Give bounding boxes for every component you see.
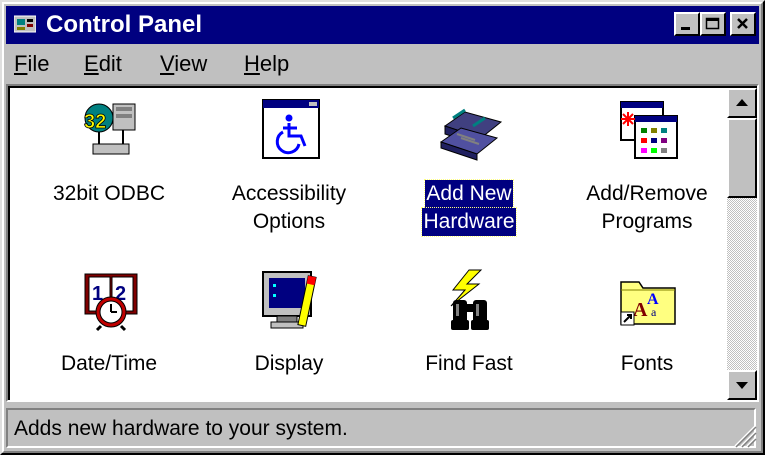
minimize-button[interactable] — [674, 12, 700, 36]
item-label: Add New Hardware — [384, 179, 554, 237]
resize-grip-icon[interactable] — [729, 420, 757, 448]
add-hardware-icon — [439, 108, 503, 161]
item-32bit-odbc[interactable]: 32 32bit ODBC — [24, 98, 194, 248]
item-label-line1: Fonts — [620, 352, 674, 375]
item-label-line1: Accessibility — [231, 182, 347, 205]
title-bar[interactable]: Control Panel — [6, 6, 759, 44]
menu-edit-label: dit — [98, 51, 122, 76]
close-button[interactable] — [730, 12, 756, 36]
item-label-line2: Programs — [601, 210, 693, 233]
menu-edit[interactable]: Edit — [84, 50, 122, 78]
item-fonts[interactable]: A A a Fonts — [562, 268, 732, 388]
item-label: Find Fast — [384, 350, 554, 378]
scroll-thumb[interactable] — [727, 118, 757, 198]
status-text: Adds new hardware to your system. — [14, 417, 348, 440]
item-label: Fonts — [562, 350, 732, 378]
item-label-line2: Options — [252, 210, 326, 233]
menu-help-mnemonic: H — [244, 51, 260, 76]
item-display[interactable]: Display — [204, 268, 374, 388]
add-remove-programs-icon — [620, 101, 678, 159]
menu-view-mnemonic: V — [160, 51, 175, 76]
menu-file[interactable]: File — [14, 50, 49, 78]
minimize-icon — [681, 27, 690, 30]
date-time-icon: 1 2 — [84, 273, 138, 332]
item-label: 32bit ODBC — [24, 180, 194, 208]
menu-view[interactable]: View — [160, 50, 207, 78]
item-accessibility-options[interactable]: Accessibility Options — [204, 98, 374, 248]
menu-help-label: elp — [259, 51, 290, 76]
menu-file-label: ile — [27, 51, 50, 76]
find-fast-icon — [450, 269, 489, 330]
status-bar: Adds new hardware to your system. — [6, 406, 759, 450]
control-panel-window: Control Panel File Edit View Help 32 32b… — [0, 0, 765, 455]
menu-help[interactable]: Help — [244, 50, 289, 78]
window-title: Control Panel — [46, 11, 203, 38]
svg-text:A: A — [633, 299, 648, 321]
control-panel-icon — [14, 15, 36, 33]
icon-view-area: 32 32bit ODBC Accessibility Options Add … — [8, 86, 757, 400]
fonts-icon: A A a — [620, 281, 676, 326]
status-pane: Adds new hardware to your system. — [6, 408, 756, 448]
item-label: Accessibility Options — [204, 180, 374, 236]
item-label: Add/Remove Programs — [562, 180, 732, 236]
item-label-line1: Add/Remove — [586, 182, 708, 205]
menu-file-mnemonic: F — [14, 51, 28, 76]
scroll-up-button[interactable] — [727, 88, 757, 118]
arrow-up-icon — [736, 99, 748, 106]
vertical-scrollbar[interactable] — [727, 88, 757, 400]
maximize-button[interactable] — [700, 12, 726, 36]
item-label-line1: 32bit ODBC — [52, 182, 166, 205]
svg-text:a: a — [651, 305, 657, 319]
arrow-down-icon — [736, 382, 748, 389]
maximize-icon — [705, 17, 720, 30]
menu-edit-mnemonic: E — [84, 51, 99, 76]
item-label-line1: Display — [254, 352, 324, 375]
item-label-line2: Hardware — [421, 207, 517, 237]
item-label-line1: Add New — [424, 179, 514, 209]
item-find-fast[interactable]: Find Fast — [384, 268, 554, 388]
item-date-time[interactable]: 1 2 Date/Time — [24, 268, 194, 388]
menu-bar: File Edit View Help — [6, 46, 759, 82]
icon-view: 32 32bit ODBC Accessibility Options Add … — [6, 84, 759, 402]
accessibility-icon — [262, 99, 320, 159]
svg-text:32: 32 — [84, 111, 106, 133]
item-add-remove-programs[interactable]: Add/Remove Programs — [562, 98, 732, 248]
menu-view-label: iew — [174, 51, 208, 76]
item-label: Date/Time — [24, 350, 194, 378]
odbc-icon: 32 — [84, 103, 136, 155]
scroll-down-button[interactable] — [727, 370, 757, 400]
item-label: Display — [204, 350, 374, 378]
close-icon — [737, 18, 748, 29]
item-label-line1: Find Fast — [425, 352, 513, 375]
item-label-line1: Date/Time — [60, 352, 158, 375]
item-add-new-hardware[interactable]: Add New Hardware — [384, 98, 554, 248]
display-icon — [262, 271, 317, 329]
